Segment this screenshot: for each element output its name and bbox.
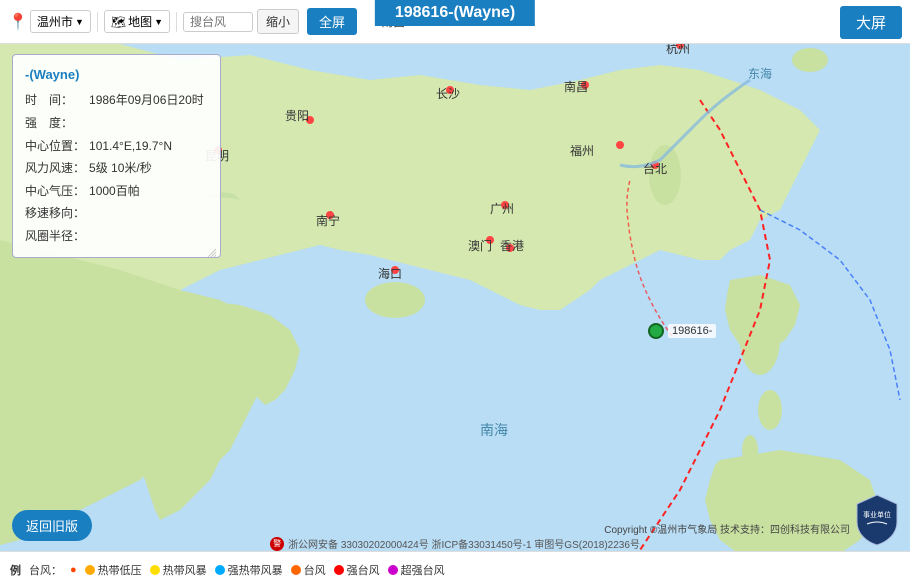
typhoon-legend-label: 台风 (304, 562, 326, 578)
city-name: 温州市 (37, 13, 73, 30)
shield-badge: 事业单位 (852, 492, 902, 547)
radius-label: 风圈半径： (25, 226, 89, 249)
legend-item-typhoon: 台风 (291, 562, 326, 578)
center-label: 中心位置： (25, 136, 89, 159)
legend-typhoon-label: 台风： (29, 562, 62, 578)
resize-icon (206, 247, 216, 257)
info-row-center: 中心位置： 101.4°E,19.7°N (25, 136, 208, 159)
chevron-down-icon: ▼ (75, 17, 84, 27)
search-typhoon-input[interactable] (183, 12, 253, 32)
typhoon-marker-label: 198616- (668, 324, 716, 338)
wind-label: 风力风速： (25, 158, 89, 181)
location-pin-icon: 📍 (8, 12, 28, 32)
move-value (89, 203, 208, 226)
super-typhoon-label: 超强台风 (401, 562, 445, 578)
legend-prefix: 例 (10, 562, 21, 578)
map-container: 贵阳 昆明 南宁 广州 福州 台北 长沙 南昌 杭州 澳门 香港 海口 南海 东… (0, 0, 910, 587)
legend-item-strong-typhoon: 强台风 (334, 562, 380, 578)
info-row-radius: 风圈半径： (25, 226, 208, 249)
legend-item-super-typhoon: 超强台风 (388, 562, 445, 578)
wind-value: 5级 10米/秒 (89, 158, 208, 181)
map-type-selector[interactable]: 🗺 地图 ▼ (104, 10, 170, 33)
tropical-storm-label: 热带风暴 (163, 562, 207, 578)
chevron-down-icon-2: ▼ (154, 17, 163, 27)
page-title: 198616-(Wayne) (375, 0, 535, 26)
info-row-time: 时 间： 1986年09月06日20时 (25, 90, 208, 113)
bigscreen-button[interactable]: 大屏 (840, 6, 902, 39)
zoom-out-button[interactable]: 缩小 (257, 9, 299, 34)
center-value: 101.4°E,19.7°N (89, 136, 208, 159)
typhoon-legend-dot (291, 565, 301, 575)
strong-typhoon-label: 强台风 (347, 562, 380, 578)
info-row-strength: 强 度： (25, 113, 208, 136)
divider1 (97, 12, 98, 32)
pressure-label: 中心气压： (25, 181, 89, 204)
radius-value (89, 226, 208, 249)
move-label: 移速移向： (25, 203, 89, 226)
time-label: 时 间： (25, 90, 89, 113)
info-table: 时 间： 1986年09月06日20时 强 度： 中心位置： 101.4°E,1… (25, 90, 208, 248)
legend-item-strong-tropical: 强热带风暴 (215, 562, 283, 578)
strength-value (89, 113, 208, 136)
super-typhoon-dot (388, 565, 398, 575)
typhoon-name: -(Wayne) (25, 63, 208, 86)
legend-item-tropical-low: 热带低压 (85, 562, 142, 578)
svg-text:事业单位: 事业单位 (863, 510, 891, 519)
info-row-wind: 风力风速： 5级 10米/秒 (25, 158, 208, 181)
strength-label: 强 度： (25, 113, 89, 136)
info-row-move: 移速移向： (25, 203, 208, 226)
strong-tropical-label: 强热带风暴 (228, 562, 283, 578)
strong-tropical-dot (215, 565, 225, 575)
time-value: 1986年09月06日20时 (89, 90, 208, 113)
tropical-storm-dot (150, 565, 160, 575)
divider2 (176, 12, 177, 32)
return-old-version-button[interactable]: 返回旧版 (12, 510, 92, 541)
tropical-low-dot (85, 565, 95, 575)
typhoon-dot (648, 323, 664, 339)
legend-bar: 例 台风： ● 热带低压 热带风暴 强热带风暴 台风 强台风 超强台风 (0, 551, 910, 587)
info-row-pressure: 中心气压： 1000百帕 (25, 181, 208, 204)
map-icon: 🗺 (111, 15, 126, 29)
strong-typhoon-dot (334, 565, 344, 575)
legend-item-tropical-storm: 热带风暴 (150, 562, 207, 578)
location-area: 📍 温州市 ▼ (8, 10, 91, 33)
pressure-value: 1000百帕 (89, 181, 208, 204)
tropical-low-label: 热带低压 (98, 562, 142, 578)
typhoon-current-dot: ● (70, 564, 77, 576)
info-panel: -(Wayne) 时 间： 1986年09月06日20时 强 度： 中心位置： … (12, 54, 221, 258)
map-type-label: 地图 (128, 13, 152, 30)
city-selector[interactable]: 温州市 ▼ (30, 10, 91, 33)
typhoon-marker[interactable]: 198616- (648, 323, 716, 339)
fullscreen-button[interactable]: 全屏 (307, 8, 357, 35)
resize-handle[interactable] (206, 243, 216, 253)
